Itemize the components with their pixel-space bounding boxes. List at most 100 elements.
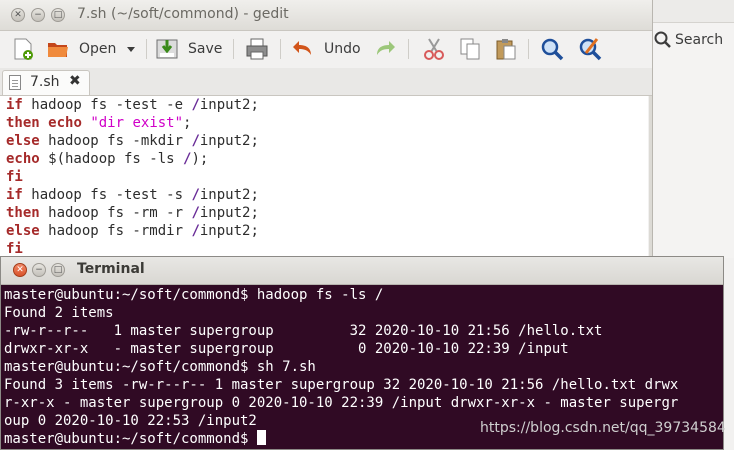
- code-line: else hadoop fs -rmdir /input2;: [6, 222, 259, 240]
- keyword-token: fi: [6, 169, 23, 185]
- terminal-line-text: master@ubuntu:~/soft/commond$ sh 7.sh: [4, 359, 316, 375]
- terminal-line-text: Found 2 items: [4, 305, 114, 321]
- close-window-button[interactable]: ✕: [11, 8, 25, 22]
- find-replace-icon: [579, 38, 602, 61]
- text-token: $(hadoop fs -ls: [39, 151, 184, 167]
- terminal-titlebar[interactable]: ✕ − □ Terminal: [1, 257, 723, 285]
- keyword-token: then: [6, 115, 40, 131]
- search-button[interactable]: Search: [653, 30, 723, 50]
- terminal-line: Found 2 items: [4, 304, 114, 322]
- maximize-window-button[interactable]: □: [51, 8, 65, 22]
- undo-icon: [293, 41, 311, 55]
- keyword-token: echo: [6, 151, 40, 167]
- open-dropdown-button[interactable]: [126, 36, 136, 62]
- terminal-line: master@ubuntu:~/soft/commond$ sh 7.sh: [4, 358, 316, 376]
- terminal-line-text: oup 0 2020-10-10 22:53 /input2: [4, 413, 257, 429]
- path-slash-token: /: [191, 187, 200, 203]
- background-window-strip: [653, 0, 734, 23]
- open-button[interactable]: Open: [45, 36, 116, 62]
- minimize-window-button[interactable]: −: [32, 263, 46, 277]
- code-line: if hadoop fs -test -s /input2;: [6, 186, 259, 204]
- tab-7sh[interactable]: 7.sh ✖: [2, 70, 90, 95]
- text-token: hadoop fs -rmdir: [39, 223, 192, 239]
- editor-scrollbar[interactable]: [649, 96, 652, 265]
- save-button[interactable]: Save: [154, 36, 222, 62]
- printer-icon: [246, 38, 268, 60]
- text-token: hadoop fs -rm -r: [39, 205, 192, 221]
- terminal-line: master@ubuntu:~/soft/commond$: [4, 430, 266, 448]
- cut-icon: [424, 38, 444, 60]
- toolbar-separator: [408, 39, 409, 59]
- text-token: input2;: [199, 205, 259, 221]
- keyword-token: if: [6, 97, 23, 113]
- close-window-button[interactable]: ✕: [13, 263, 27, 277]
- text-token: hadoop fs -test -e: [22, 97, 192, 113]
- undo-label: Undo: [324, 41, 361, 57]
- tab-label: 7.sh: [30, 74, 60, 90]
- new-button[interactable]: [10, 36, 36, 62]
- close-tab-icon[interactable]: ✖: [69, 73, 81, 89]
- keyword-token: fi: [6, 241, 23, 257]
- path-slash-token: /: [191, 205, 200, 221]
- find-button[interactable]: [539, 36, 565, 62]
- text-token: input2;: [199, 133, 259, 149]
- paste-button[interactable]: [493, 36, 519, 62]
- code-content[interactable]: if hadoop fs -test -e /input2; then echo …: [6, 96, 259, 258]
- toolbar-separator: [280, 39, 281, 59]
- path-slash-token: /: [191, 133, 200, 149]
- paste-icon: [496, 39, 516, 60]
- code-line: else hadoop fs -mkdir /input2;: [6, 132, 259, 150]
- string-token: "dir exist": [90, 115, 184, 131]
- text-token: hadoop fs -mkdir: [39, 133, 192, 149]
- save-icon: [156, 39, 178, 59]
- text-token: hadoop fs -test -s: [22, 187, 192, 203]
- terminal-line-text: Found 3 items -rw-r--r-- 1 master superg…: [4, 377, 679, 393]
- print-button[interactable]: [244, 36, 270, 62]
- terminal-line: r-xr-x - master supergroup 0 2020-10-10 …: [4, 394, 678, 412]
- keyword-token: then: [6, 205, 40, 221]
- background-window: Search: [653, 0, 734, 258]
- replace-button[interactable]: [577, 36, 603, 62]
- path-slash-token: /: [191, 223, 200, 239]
- copy-icon: [460, 38, 480, 60]
- text-token: input2;: [199, 97, 259, 113]
- code-line: echo $(hadoop fs -ls /);: [6, 150, 259, 168]
- minimize-window-button[interactable]: −: [31, 8, 45, 22]
- new-document-icon: [14, 38, 33, 60]
- open-label: Open: [79, 41, 117, 57]
- maximize-window-button[interactable]: □: [51, 263, 65, 277]
- terminal-line-text: drwxr-xr-x - master supergroup 0 2020-10…: [4, 341, 569, 357]
- search-icon: [654, 31, 671, 48]
- terminal-line: drwxr-xr-x - master supergroup 0 2020-10…: [4, 340, 569, 358]
- gedit-window: ✕ − □ 7.sh (~/soft/commond) - gedit Open: [0, 0, 653, 265]
- undo-button[interactable]: Undo: [290, 36, 361, 62]
- window-title: 7.sh (~/soft/commond) - gedit: [77, 6, 289, 22]
- toolbar-separator: [528, 39, 529, 59]
- toolbar-separator: [146, 39, 147, 59]
- redo-button[interactable]: [372, 36, 398, 62]
- code-line: fi: [6, 168, 259, 186]
- terminal-cursor: [256, 430, 266, 445]
- text-token: ;: [183, 115, 192, 131]
- text-editor[interactable]: if hadoop fs -test -e /input2; then echo …: [0, 96, 648, 265]
- keyword-token: else: [6, 223, 40, 239]
- save-label: Save: [188, 41, 223, 57]
- text-token: );: [191, 151, 209, 167]
- cut-button[interactable]: [421, 36, 447, 62]
- terminal-line: master@ubuntu:~/soft/commond$ hadoop fs …: [4, 286, 383, 304]
- code-line: if hadoop fs -test -e /input2;: [6, 96, 259, 114]
- code-line: then hadoop fs -rm -r /input2;: [6, 204, 259, 222]
- text-token: input2;: [199, 223, 259, 239]
- folder-open-icon: [48, 43, 68, 57]
- copy-button[interactable]: [457, 36, 483, 62]
- keyword-token: if: [6, 187, 23, 203]
- document-tabbar: 7.sh ✖: [0, 68, 652, 96]
- search-label: Search: [675, 32, 724, 48]
- toolbar-separator: [233, 39, 234, 59]
- gedit-toolbar: Open Save Undo: [0, 31, 652, 67]
- terminal-title: Terminal: [77, 261, 145, 277]
- document-icon: [9, 75, 21, 90]
- keyword-token: else: [6, 133, 40, 149]
- gedit-titlebar[interactable]: ✕ − □ 7.sh (~/soft/commond) - gedit: [0, 0, 652, 31]
